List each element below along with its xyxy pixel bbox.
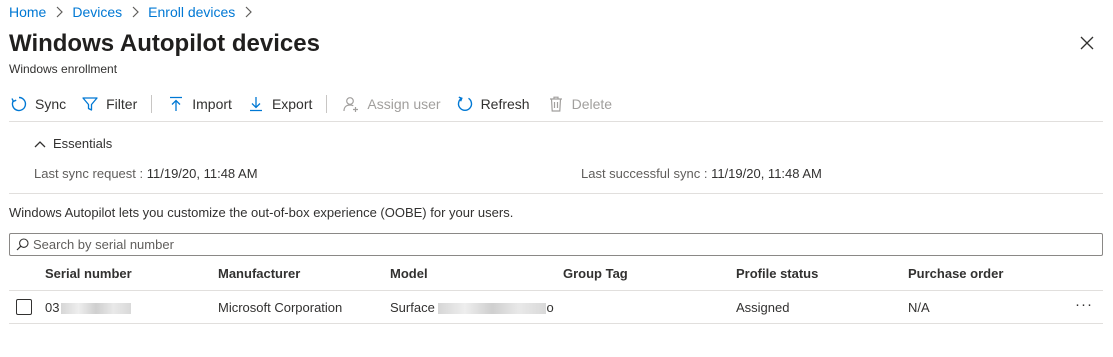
assign-user-label: Assign user	[367, 96, 441, 112]
delete-icon	[546, 94, 566, 114]
breadcrumb: Home Devices Enroll devices	[9, 4, 261, 20]
assign-user-icon	[341, 94, 361, 114]
search-icon	[16, 238, 29, 251]
sync-button[interactable]: Sync	[9, 94, 66, 114]
close-icon	[1080, 36, 1094, 55]
import-icon	[166, 94, 186, 114]
search-input[interactable]	[33, 237, 1033, 252]
assign-user-button[interactable]: Assign user	[341, 94, 441, 114]
cell-purchase-order: N/A	[908, 300, 930, 315]
breadcrumb-home[interactable]: Home	[9, 4, 46, 20]
cell-model: Surface o	[390, 300, 554, 315]
divider	[9, 121, 1103, 122]
export-label: Export	[271, 96, 313, 112]
divider	[9, 323, 1103, 324]
divider	[9, 290, 1103, 291]
column-header-purchase-order[interactable]: Purchase order	[908, 266, 1003, 281]
last-sync-request-value: 11/19/20, 11:48 AM	[146, 166, 258, 181]
essentials-toggle[interactable]: Essentials	[34, 136, 112, 151]
refresh-button[interactable]: Refresh	[455, 94, 530, 114]
model-text: Surface	[390, 300, 435, 315]
cell-profile-status: Assigned	[736, 300, 790, 315]
filter-icon	[80, 94, 100, 114]
refresh-icon	[455, 94, 475, 114]
last-sync-request: Last sync request : 11/19/20, 11:48 AM	[34, 166, 258, 181]
column-header-serial-number[interactable]: Serial number	[45, 266, 132, 281]
page-subtitle: Windows enrollment	[9, 62, 118, 76]
cell-serial-number: 03	[45, 300, 132, 315]
redacted-serial	[61, 303, 132, 315]
last-successful-sync: Last successful sync : 11/19/20, 11:48 A…	[581, 166, 822, 181]
model-suffix: o	[546, 300, 554, 315]
more-actions-button[interactable]: ···	[1075, 296, 1093, 313]
divider	[9, 193, 1103, 194]
refresh-label: Refresh	[480, 96, 530, 112]
last-successful-sync-value: 11/19/20, 11:48 AM	[711, 166, 822, 181]
breadcrumb-devices[interactable]: Devices	[72, 4, 122, 20]
chevron-right-icon	[244, 6, 253, 18]
toolbar-divider	[151, 95, 153, 113]
search-box[interactable]	[9, 233, 1103, 256]
chevron-right-icon	[55, 6, 64, 18]
info-text: Windows Autopilot lets you customize the…	[9, 205, 514, 220]
import-label: Import	[192, 96, 232, 112]
delete-button[interactable]: Delete	[546, 94, 612, 114]
filter-label: Filter	[106, 96, 138, 112]
page-title: Windows Autopilot devices	[9, 30, 320, 57]
sync-label: Sync	[35, 96, 67, 112]
column-header-manufacturer[interactable]: Manufacturer	[218, 266, 300, 281]
chevron-up-icon	[34, 140, 46, 148]
column-header-model[interactable]: Model	[390, 266, 428, 281]
cell-manufacturer: Microsoft Corporation	[218, 300, 343, 315]
row-checkbox[interactable]	[16, 299, 32, 315]
last-sync-request-label: Last sync request	[34, 166, 136, 181]
breadcrumb-enroll-devices[interactable]: Enroll devices	[148, 4, 235, 20]
export-icon	[246, 94, 266, 114]
close-button[interactable]	[1076, 34, 1098, 56]
column-header-group-tag[interactable]: Group Tag	[563, 266, 628, 281]
sync-icon	[9, 94, 29, 114]
column-header-profile-status[interactable]: Profile status	[736, 266, 818, 281]
command-bar: Sync Filter Import Export Assign user Re…	[9, 92, 612, 116]
export-button[interactable]: Export	[246, 94, 312, 114]
last-successful-sync-label: Last successful sync	[581, 166, 701, 181]
redacted-model	[438, 303, 547, 315]
import-button[interactable]: Import	[166, 94, 232, 114]
serial-number-text: 03	[45, 300, 60, 315]
toolbar-divider	[326, 95, 328, 113]
filter-button[interactable]: Filter	[80, 94, 137, 114]
essentials-label: Essentials	[53, 136, 113, 151]
delete-label: Delete	[571, 96, 613, 112]
chevron-right-icon	[131, 6, 140, 18]
